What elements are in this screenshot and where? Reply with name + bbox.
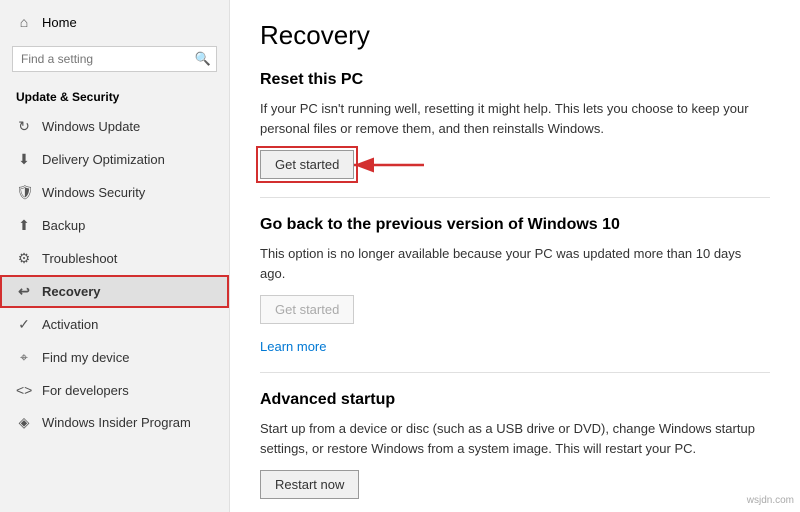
- search-icon: 🔍: [195, 51, 211, 67]
- sidebar-search-container: 🔍: [12, 46, 217, 72]
- advanced-startup-title: Advanced startup: [260, 391, 770, 409]
- sidebar-item-backup[interactable]: ⬆ Backup: [0, 209, 229, 242]
- sidebar-item-label: Windows Update: [42, 119, 140, 134]
- advanced-startup-section: Advanced startup Start up from a device …: [260, 391, 770, 499]
- sidebar-section-title: Update & Security: [0, 82, 229, 110]
- page-title: Recovery: [260, 20, 770, 51]
- activation-icon: ✓: [16, 316, 32, 333]
- windows-security-icon: 🛡: [16, 184, 32, 201]
- recovery-icon: ↩: [16, 283, 32, 300]
- for-developers-icon: <>: [16, 382, 32, 398]
- watermark: wsjdn.com: [747, 495, 794, 506]
- main-content: Recovery Reset this PC If your PC isn't …: [230, 0, 800, 512]
- sidebar-item-label: For developers: [42, 383, 129, 398]
- search-input[interactable]: [12, 46, 217, 72]
- reset-btn-container: Get started: [260, 150, 354, 179]
- sidebar-item-label: Find my device: [42, 350, 129, 365]
- sidebar-item-label: Windows Security: [42, 185, 145, 200]
- go-back-section: Go back to the previous version of Windo…: [260, 216, 770, 354]
- windows-insider-icon: ◈: [16, 414, 32, 431]
- divider-2: [260, 372, 770, 373]
- go-back-section-desc: This option is no longer available becau…: [260, 244, 770, 283]
- reset-section-desc: If your PC isn't running well, resetting…: [260, 99, 770, 138]
- learn-more-link[interactable]: Learn more: [260, 339, 326, 354]
- home-icon: ⌂: [16, 14, 32, 30]
- sidebar-item-activation[interactable]: ✓ Activation: [0, 308, 229, 341]
- sidebar: ⌂ Home 🔍 Update & Security ↻ Windows Upd…: [0, 0, 230, 512]
- delivery-optimization-icon: ⬇: [16, 151, 32, 168]
- go-back-get-started-button[interactable]: Get started: [260, 295, 354, 324]
- sidebar-item-label: Troubleshoot: [42, 251, 117, 266]
- sidebar-item-windows-update[interactable]: ↻ Windows Update: [0, 110, 229, 143]
- sidebar-item-windows-insider[interactable]: ◈ Windows Insider Program: [0, 406, 229, 439]
- sidebar-item-label: Activation: [42, 317, 98, 332]
- home-label: Home: [42, 15, 77, 30]
- arrow-annotation: [344, 145, 434, 185]
- go-back-section-title: Go back to the previous version of Windo…: [260, 216, 770, 234]
- sidebar-item-label: Delivery Optimization: [42, 152, 165, 167]
- windows-update-icon: ↻: [16, 118, 32, 135]
- restart-now-button[interactable]: Restart now: [260, 470, 359, 499]
- sidebar-item-windows-security[interactable]: 🛡 Windows Security: [0, 176, 229, 209]
- sidebar-item-label: Recovery: [42, 284, 101, 299]
- divider-1: [260, 197, 770, 198]
- troubleshoot-icon: ⚙: [16, 250, 32, 267]
- backup-icon: ⬆: [16, 217, 32, 234]
- sidebar-item-for-developers[interactable]: <> For developers: [0, 374, 229, 406]
- sidebar-item-label: Windows Insider Program: [42, 415, 191, 430]
- reset-section-title: Reset this PC: [260, 71, 770, 89]
- sidebar-item-delivery-optimization[interactable]: ⬇ Delivery Optimization: [0, 143, 229, 176]
- advanced-startup-desc: Start up from a device or disc (such as …: [260, 419, 770, 458]
- sidebar-home[interactable]: ⌂ Home: [0, 0, 229, 40]
- reset-get-started-button[interactable]: Get started: [260, 150, 354, 179]
- sidebar-item-recovery[interactable]: ↩ Recovery: [0, 275, 229, 308]
- sidebar-item-troubleshoot[interactable]: ⚙ Troubleshoot: [0, 242, 229, 275]
- reset-section: Reset this PC If your PC isn't running w…: [260, 71, 770, 179]
- find-my-device-icon: ⌖: [16, 349, 32, 366]
- sidebar-item-label: Backup: [42, 218, 85, 233]
- sidebar-item-find-my-device[interactable]: ⌖ Find my device: [0, 341, 229, 374]
